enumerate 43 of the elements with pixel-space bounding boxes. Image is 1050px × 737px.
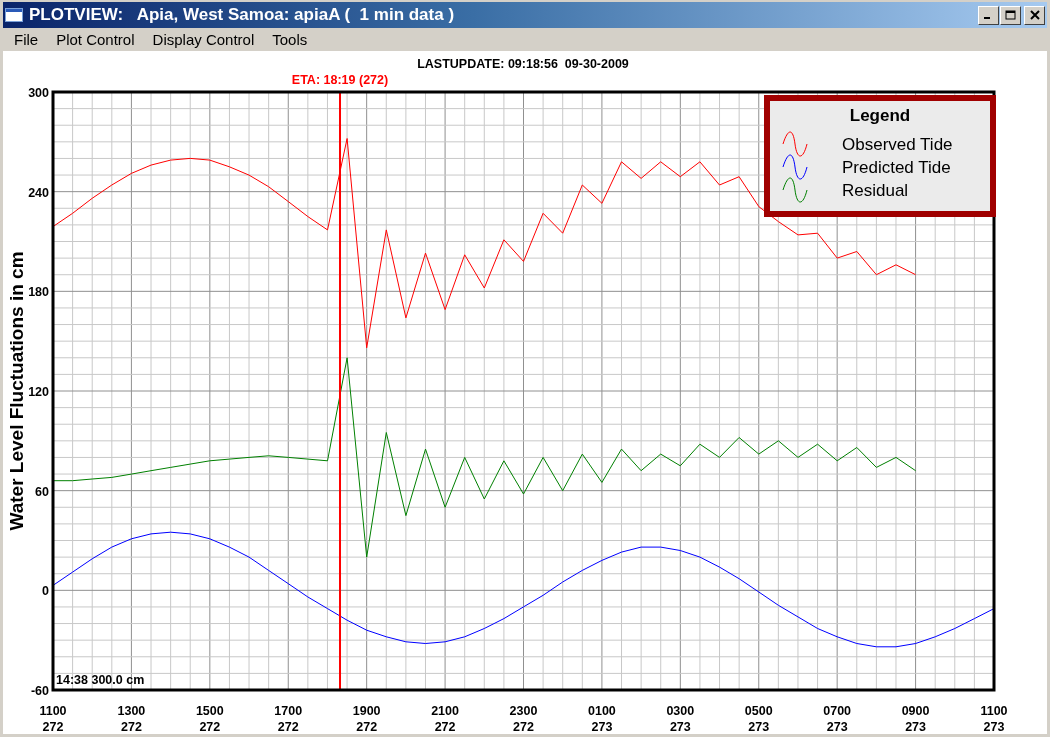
axis-tick-label: 1700 272	[274, 704, 303, 733]
axis-tick-label: 0300 273	[666, 704, 695, 733]
axis-tick-label: 0900 273	[901, 704, 930, 733]
axis-tick-label: 1100 272	[39, 704, 67, 733]
legend-label: Observed Tide	[842, 135, 953, 154]
cursor-readout: 14:38 300.0 cm	[56, 673, 145, 687]
legend-label: Predicted Tide	[842, 158, 951, 177]
wave-icon	[782, 131, 808, 157]
wave-icon	[782, 154, 808, 180]
axis-tick-label: 1500 272	[195, 704, 224, 733]
axis-tick-label: 0	[42, 584, 49, 599]
axis-tick-label: 2100 272	[431, 704, 459, 733]
menu-item[interactable]: Plot Control	[47, 29, 144, 50]
window-icon	[5, 8, 23, 22]
legend-label: Residual	[842, 181, 909, 200]
axis-tick-label: 300	[28, 86, 49, 100]
axis-tick-label: 1900 272	[352, 704, 381, 733]
axis-tick-label: -60	[30, 684, 49, 698]
menu-item[interactable]: Tools	[263, 29, 317, 50]
window-title: PLOTVIEW: Apia, West Samoa: apiaA ( 1 min data )	[29, 5, 456, 25]
legend-title: Legend	[849, 106, 911, 125]
axis-tick-label: 0500 273	[744, 704, 773, 733]
axis-tick-label: 1100 273	[980, 704, 1008, 733]
marker-label: ETA: 18:19 (272)	[291, 73, 389, 87]
axis-tick-label: 0700 273	[823, 704, 852, 733]
menu-item[interactable]: Display Control	[143, 29, 264, 50]
axis-tick-label: 180	[28, 285, 49, 300]
maximize-icon	[1005, 10, 1016, 20]
axis-tick-label: 1300 272	[117, 704, 146, 733]
axis-tick-label: 2300 272	[509, 704, 538, 733]
axis-tick-label: 240	[28, 185, 49, 200]
minimize-icon	[984, 17, 990, 19]
close-icon	[1029, 10, 1040, 20]
chart-title: LASTUPDATE: 09:18:56 09-30-2009	[417, 57, 629, 71]
axis-tick-label: 0100 273	[588, 704, 616, 733]
axis-tick-label: 120	[28, 385, 49, 399]
menu-item[interactable]: File	[5, 29, 48, 50]
wave-icon	[782, 177, 808, 203]
close-button[interactable]	[1024, 5, 1045, 25]
maximize-button[interactable]	[1000, 5, 1021, 25]
axis-tick-label: 60	[35, 484, 49, 499]
axis-title: Water Level Fluctuations in cm	[6, 251, 27, 531]
minimize-button[interactable]	[978, 5, 999, 25]
